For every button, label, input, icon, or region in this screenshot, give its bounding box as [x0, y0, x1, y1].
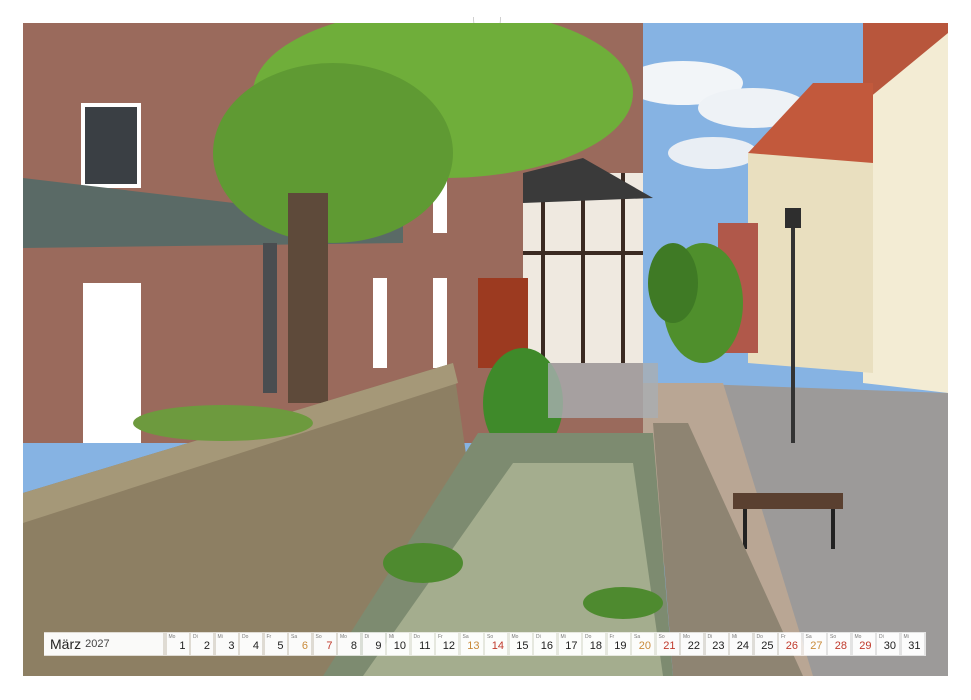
- day-number: 26: [785, 640, 798, 652]
- day-cell: Di 2: [191, 633, 213, 655]
- day-cell: Fr 26: [779, 633, 801, 655]
- weekday-label: Mo: [340, 634, 347, 640]
- day-number: 7: [326, 640, 333, 652]
- day-cell: Do 4: [240, 633, 262, 655]
- day-cell: Fr 5: [264, 633, 287, 655]
- day-cell: Fr 12: [436, 633, 458, 655]
- day-number: 3: [228, 640, 235, 652]
- day-number: 2: [203, 640, 210, 652]
- day-number: 15: [516, 640, 529, 652]
- day-cell: Di 9: [362, 633, 385, 655]
- day-cell: So 21: [656, 633, 679, 655]
- day-cell: Do 18: [583, 633, 605, 655]
- day-number: 12: [442, 640, 455, 652]
- day-cell: Sa 6: [289, 633, 311, 655]
- day-number: 24: [736, 640, 749, 652]
- weekday-label: Mi: [217, 634, 223, 640]
- calendar-photo: [23, 23, 948, 676]
- day-cell: Mi 24: [730, 633, 752, 655]
- day-cell: Sa 20: [632, 633, 654, 655]
- day-cell: Mo 22: [681, 633, 703, 655]
- day-number: 13: [467, 640, 480, 652]
- day-cell: Mi 17: [558, 633, 581, 655]
- day-number: 17: [565, 640, 578, 652]
- day-cell: Mi 10: [387, 633, 409, 655]
- weekday-label: Do: [242, 634, 249, 640]
- day-number: 18: [589, 640, 602, 652]
- day-cell: Mo 15: [509, 633, 532, 655]
- weekday-label: Di: [193, 634, 198, 640]
- weekday-label: Sa: [291, 634, 298, 640]
- calendar-bar: März 2027 Mo 1 Di 2 Mi 3 Do 4 Fr 5 Sa 6 So 7 Mo 8 Di 9 Mi 1…: [44, 632, 926, 656]
- day-number: 28: [834, 640, 847, 652]
- month-label: März 2027: [44, 633, 163, 655]
- day-cell: Di 16: [534, 633, 556, 655]
- day-cell: Do 25: [754, 633, 777, 655]
- day-number: 14: [491, 640, 504, 652]
- day-cell: Fr 19: [607, 633, 630, 655]
- day-cell: Mi 31: [901, 633, 924, 655]
- day-cell: So 14: [485, 633, 507, 655]
- weekday-label: Fr: [266, 634, 272, 640]
- day-number: 19: [614, 640, 627, 652]
- day-number: 11: [419, 640, 431, 652]
- day-number: 8: [350, 640, 357, 652]
- day-cell: So 28: [828, 633, 850, 655]
- day-number: 1: [179, 640, 186, 652]
- day-number: 21: [663, 640, 676, 652]
- day-cell: Mo 8: [338, 633, 360, 655]
- day-cell: Mo 1: [166, 633, 189, 655]
- day-number: 9: [375, 640, 382, 652]
- day-number: 31: [908, 640, 921, 652]
- month-name: März: [50, 636, 82, 652]
- day-number: 16: [540, 640, 553, 652]
- day-number: 29: [859, 640, 872, 652]
- day-number: 22: [687, 640, 700, 652]
- year-label: 2027: [85, 638, 110, 650]
- street-scene-illustration: [23, 23, 948, 676]
- day-number: 5: [277, 640, 284, 652]
- day-cell: Di 30: [877, 633, 899, 655]
- day-number: 20: [638, 640, 651, 652]
- day-number: 27: [810, 640, 823, 652]
- day-number: 6: [301, 640, 308, 652]
- day-cell: Sa 27: [803, 633, 826, 655]
- day-number: 10: [393, 640, 406, 652]
- weekday-label: Di: [364, 634, 370, 640]
- day-cell: So 7: [313, 633, 336, 655]
- day-cells: Mo 1 Di 2 Mi 3 Do 4 Fr 5 Sa 6 So 7 Mo 8 Di 9 Mi 10 Do 11 Fr 12 S…: [166, 633, 927, 655]
- day-cell: Mo 29: [852, 633, 875, 655]
- weekday-label: Mo: [168, 634, 176, 640]
- day-number: 30: [883, 640, 896, 652]
- day-cell: Do 11: [411, 633, 434, 655]
- day-number: 25: [761, 640, 774, 652]
- day-number: 4: [252, 640, 259, 652]
- day-cell: Mi 3: [215, 633, 238, 655]
- day-cell: Di 23: [705, 633, 728, 655]
- day-number: 23: [712, 640, 725, 652]
- weekday-label: So: [315, 634, 322, 640]
- day-cell: Sa 13: [460, 633, 483, 655]
